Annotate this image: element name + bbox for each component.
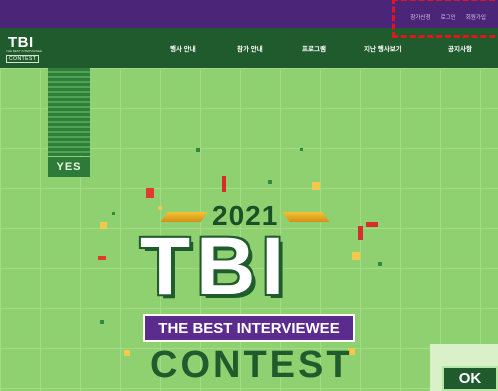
confetti-yellow-2 [100, 222, 107, 229]
nav-item-past-events[interactable]: 지난 행사보기 [364, 43, 448, 53]
confetti-yellow-3 [352, 252, 360, 260]
confetti-green-3 [300, 148, 303, 151]
hero-contest: CONTEST [150, 344, 353, 386]
confetti-red-3 [366, 222, 378, 227]
logo-subtext: CONTEST [6, 55, 40, 63]
nav-menu: 행사 안내 참가 안내 프로그램 지난 행사보기 공지사항 [170, 43, 472, 53]
ok-button[interactable]: OK [442, 366, 498, 391]
confetti-red-2 [222, 176, 226, 192]
site-logo[interactable]: TBI THE BEST INTERVIEWEE CONTEST [6, 34, 44, 64]
yes-button[interactable]: YES [48, 157, 90, 177]
nav-item-event-info[interactable]: 행사 안내 [170, 43, 237, 53]
confetti-green-2 [268, 180, 272, 184]
hero-title: TBI [140, 221, 291, 312]
apply-link[interactable]: 참가신청 [410, 13, 430, 21]
logo-tagline: THE BEST INTERVIEWEE [6, 49, 43, 53]
confetti-red-1 [146, 188, 154, 198]
confetti-yellow-6 [158, 206, 162, 210]
stripe-panel [48, 68, 90, 156]
signup-link[interactable]: 회원가입 [466, 13, 486, 21]
confetti-green-6 [100, 320, 104, 324]
confetti-red-5 [98, 256, 106, 260]
utility-links: 참가신청 로그인 회원가입 [410, 13, 486, 21]
confetti-green-5 [378, 262, 382, 266]
confetti-red-4 [358, 226, 363, 240]
nav-item-notices[interactable]: 공지사항 [448, 43, 472, 53]
confetti-green-4 [112, 212, 115, 215]
confetti-yellow-4 [124, 350, 130, 356]
top-utility-bar: 참가신청 로그인 회원가입 [0, 0, 498, 28]
nav-item-participation[interactable]: 참가 안내 [237, 43, 302, 53]
main-navbar: TBI THE BEST INTERVIEWEE CONTEST 행사 안내 참… [0, 28, 498, 68]
nav-item-program[interactable]: 프로그램 [302, 43, 364, 53]
confetti-green-1 [196, 148, 200, 152]
confetti-yellow-1 [312, 182, 320, 190]
hero-banner: THE BEST INTERVIEWEE [143, 314, 355, 342]
login-link[interactable]: 로그인 [441, 13, 456, 21]
